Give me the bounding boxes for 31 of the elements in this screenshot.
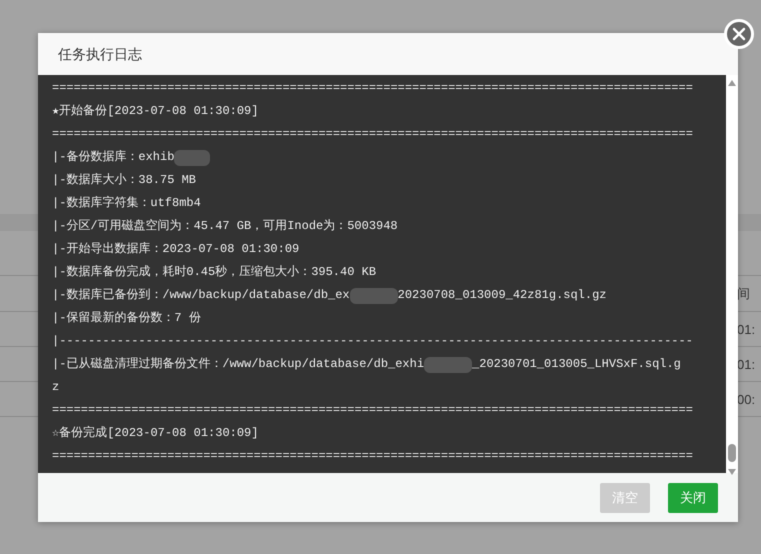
table-cell-text: 01: [737,356,756,372]
log-line: |-已从磁盘清理过期备份文件：/www/backup/database/db_exhi [52,356,424,373]
separator-line: ========================================================================================= [52,448,693,465]
column-header: 间 [737,284,751,302]
log-line: |-分区/可用磁盘空间为：45.47 GB，可用Inode为：5003948 [52,218,398,235]
redaction-blur [424,356,472,372]
separator-line: ========================================================================================= [52,402,693,419]
log-line: _20230701_013005_LHVSxF.sql.g [472,356,681,373]
timestamp: [2023-07-08 01:30:09] [107,425,258,442]
table-cell-text: 00: [737,392,756,406]
log-line: 20230708_013009_42z81g.sql.gz [398,287,606,304]
timestamp: [2023-07-08 01:30:09] [107,103,258,120]
log-line: |-数据库备份完成，耗时0.45秒，压缩包大小：395.40 KB [52,264,376,281]
log-line: |---------------------------------------------------------------------------------------- [52,333,693,350]
separator-line: ========================================================================================= [52,80,693,97]
log-line: |-备份数据库：exhib [52,149,174,166]
log-line: |-数据库已备份到：/www/backup/database/db_ex [52,287,350,304]
log-line: |-保留最新的备份数：7 份 [52,310,201,327]
log-heading: ☆备份完成 [52,424,108,442]
log-line: |-数据库字符集：utf8mb4 [52,194,201,212]
log-line: |-开始导出数据库：2023-07-08 01:30:09 [52,241,300,258]
dialog-title: 任务执行日志 [38,33,738,75]
close-icon[interactable] [724,19,754,49]
log-line: |-数据库大小：38.75 MB [52,172,196,189]
scrollbar[interactable] [726,75,738,473]
redaction-blur [350,288,398,304]
log-heading: ★开始备份 [52,103,108,120]
dialog-button[interactable]: 关闭 [668,482,718,512]
table-cell-text: 01: [737,322,756,336]
log-line: z [52,379,60,396]
separator-line: ========================================================================================= [52,126,693,143]
